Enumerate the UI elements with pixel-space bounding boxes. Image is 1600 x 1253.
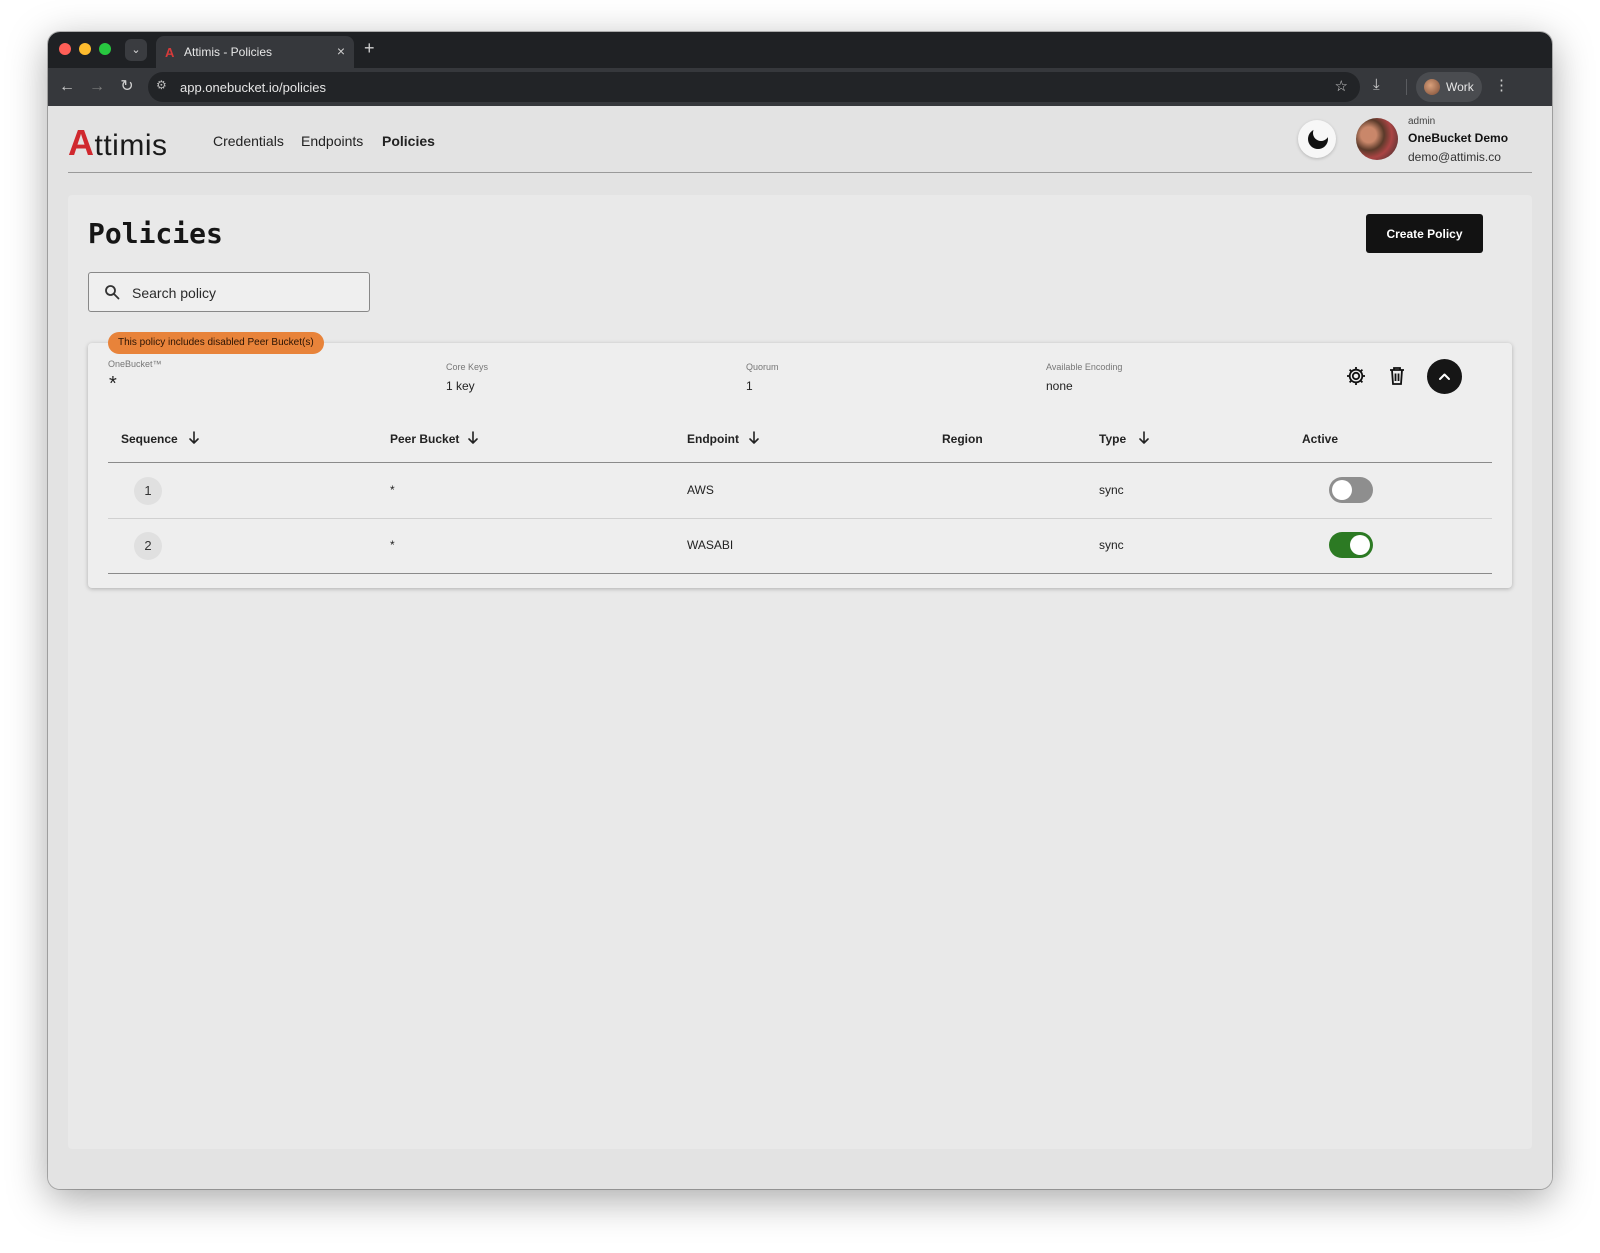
profile-button[interactable]: Work bbox=[1416, 72, 1482, 102]
close-window-button[interactable] bbox=[59, 43, 71, 55]
sort-down-icon[interactable] bbox=[747, 430, 761, 446]
new-tab-button[interactable]: + bbox=[364, 38, 375, 59]
quorum-label: Quorum bbox=[746, 362, 779, 372]
sort-down-icon[interactable] bbox=[1137, 430, 1151, 446]
policy-card: This policy includes disabled Peer Bucke… bbox=[88, 332, 1512, 588]
url-text: app.onebucket.io/policies bbox=[180, 80, 326, 95]
favicon-icon: A bbox=[165, 45, 175, 60]
theme-toggle-button[interactable] bbox=[1298, 120, 1336, 158]
sequence-badge: 1 bbox=[134, 477, 162, 505]
search-field[interactable] bbox=[88, 272, 370, 312]
logo-text: ttimis bbox=[94, 129, 168, 162]
encoding-label: Available Encoding bbox=[1046, 362, 1123, 372]
type-cell: sync bbox=[1099, 538, 1124, 552]
header-divider bbox=[68, 172, 1532, 173]
tab-title: Attimis - Policies bbox=[184, 45, 273, 59]
site-settings-icon[interactable]: ⚙ bbox=[156, 78, 167, 92]
active-toggle[interactable] bbox=[1329, 477, 1373, 503]
table-row: 2 * WASABI sync bbox=[108, 518, 1492, 574]
nav-policies[interactable]: Policies bbox=[382, 133, 435, 149]
page-title: Policies bbox=[88, 217, 223, 250]
profile-avatar bbox=[1424, 79, 1440, 95]
search-input[interactable] bbox=[132, 283, 352, 303]
gear-icon[interactable] bbox=[1344, 364, 1368, 388]
user-avatar[interactable] bbox=[1356, 118, 1398, 160]
encoding-value: none bbox=[1046, 379, 1073, 393]
col-peer-bucket[interactable]: Peer Bucket bbox=[390, 432, 459, 446]
download-icon[interactable]: ⤓ bbox=[1373, 76, 1380, 93]
back-icon[interactable]: ← bbox=[56, 76, 78, 98]
sort-down-icon[interactable] bbox=[187, 430, 201, 446]
browser-toolbar: ← → ↻ ⚙ app.onebucket.io/policies ☆ ⤓ Wo… bbox=[48, 68, 1552, 106]
table-row: 1 * AWS sync bbox=[108, 463, 1492, 519]
toggle-knob bbox=[1350, 535, 1370, 555]
toolbar-divider bbox=[1406, 79, 1407, 95]
onebucket-label: OneBucket™ bbox=[108, 359, 162, 369]
browser-window: ⌄ A Attimis - Policies × + ← → ↻ ⚙ app.o… bbox=[48, 32, 1552, 1189]
active-toggle[interactable] bbox=[1329, 532, 1373, 558]
tab-strip: ⌄ A Attimis - Policies × + bbox=[48, 32, 1552, 68]
minimize-window-button[interactable] bbox=[79, 43, 91, 55]
reload-icon[interactable]: ↻ bbox=[116, 76, 138, 98]
nav-credentials[interactable]: Credentials bbox=[213, 133, 284, 149]
quorum-value: 1 bbox=[746, 379, 753, 393]
type-cell: sync bbox=[1099, 483, 1124, 497]
col-sequence[interactable]: Sequence bbox=[121, 432, 178, 446]
chevron-up-icon bbox=[1439, 373, 1450, 380]
policies-panel: Policies Create Policy This policy inclu… bbox=[68, 195, 1532, 1149]
table-bottom-divider bbox=[108, 573, 1492, 574]
address-bar[interactable]: ⚙ app.onebucket.io/policies ☆ bbox=[148, 72, 1360, 102]
maximize-window-button[interactable] bbox=[99, 43, 111, 55]
forward-icon[interactable]: → bbox=[86, 76, 108, 98]
browser-tab[interactable]: A Attimis - Policies × bbox=[156, 36, 354, 68]
star-icon[interactable]: ☆ bbox=[1335, 77, 1348, 95]
create-policy-button[interactable]: Create Policy bbox=[1366, 214, 1483, 253]
warning-badge: This policy includes disabled Peer Bucke… bbox=[108, 332, 324, 354]
peer-bucket-cell: * bbox=[390, 483, 395, 497]
kebab-menu-icon[interactable]: ⋮ bbox=[1494, 76, 1509, 94]
close-icon[interactable]: × bbox=[337, 43, 345, 59]
moon-icon-cutout bbox=[1313, 125, 1329, 141]
attimis-logo[interactable]: Attimis bbox=[68, 122, 168, 164]
sequence-badge: 2 bbox=[134, 532, 162, 560]
col-region: Region bbox=[942, 432, 983, 446]
col-active: Active bbox=[1302, 432, 1339, 446]
chevron-down-icon[interactable]: ⌄ bbox=[125, 39, 147, 61]
endpoint-cell: WASABI bbox=[687, 538, 734, 552]
collapse-button[interactable] bbox=[1427, 359, 1462, 394]
trash-icon[interactable] bbox=[1385, 364, 1409, 388]
core-keys-value: 1 key bbox=[446, 379, 475, 393]
search-icon bbox=[105, 285, 120, 300]
onebucket-value: * bbox=[109, 373, 117, 395]
endpoint-cell: AWS bbox=[687, 483, 714, 497]
col-type[interactable]: Type bbox=[1099, 432, 1126, 446]
profile-label: Work bbox=[1446, 80, 1474, 94]
toggle-knob bbox=[1332, 480, 1352, 500]
logo-initial: A bbox=[68, 122, 95, 163]
core-keys-label: Core Keys bbox=[446, 362, 489, 372]
user-email: demo@attimis.co bbox=[1408, 150, 1501, 164]
user-org: OneBucket Demo bbox=[1408, 131, 1509, 145]
app-viewport: Attimis Credentials Endpoints Policies a… bbox=[48, 106, 1552, 1189]
col-endpoint[interactable]: Endpoint bbox=[687, 432, 739, 446]
nav-endpoints[interactable]: Endpoints bbox=[301, 133, 363, 149]
sort-down-icon[interactable] bbox=[466, 430, 480, 446]
peer-bucket-cell: * bbox=[390, 538, 395, 552]
user-role: admin bbox=[1408, 116, 1436, 127]
